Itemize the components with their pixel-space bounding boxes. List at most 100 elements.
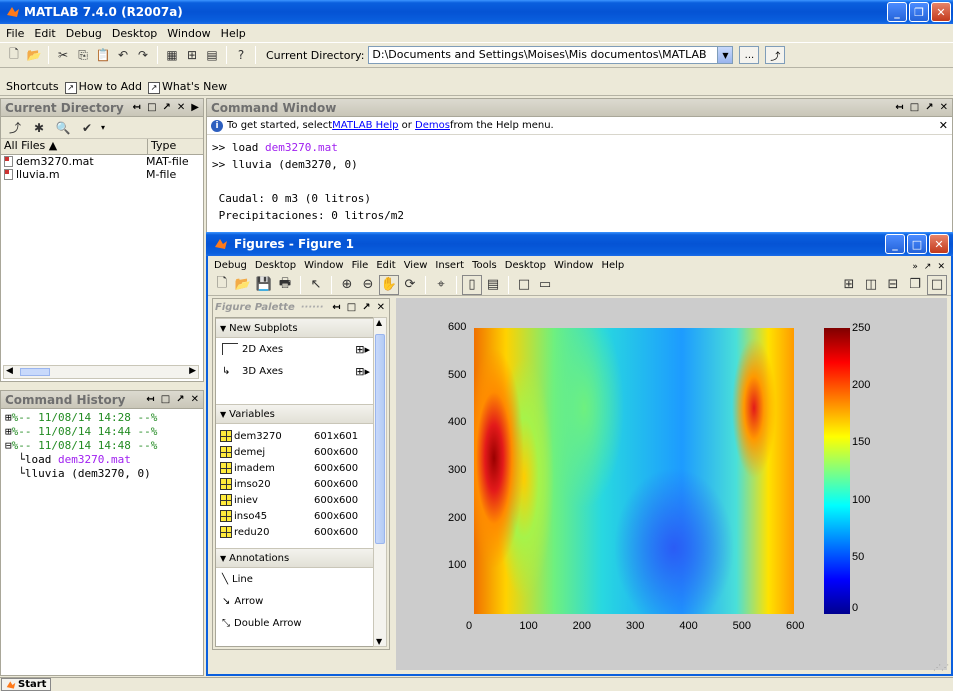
maximize-panel-icon[interactable]: □ bbox=[910, 102, 919, 113]
hide-tools-icon[interactable]: □ bbox=[514, 275, 534, 295]
variable-item[interactable]: dem3270 601x601 bbox=[216, 428, 374, 444]
history-session[interactable]: ⊟%-- 11/08/14 14:48 --% bbox=[5, 439, 199, 453]
column-all-files[interactable]: All Files ▲ bbox=[1, 139, 147, 154]
data-cursor-icon[interactable]: ⌖ bbox=[431, 275, 451, 295]
browse-folder-button[interactable]: ... bbox=[739, 46, 760, 64]
scroll-up-icon[interactable]: ▲ bbox=[376, 318, 382, 327]
grid-layout-icon[interactable]: ⊞▸ bbox=[355, 343, 370, 356]
menu-item-desktop[interactable]: Desktop bbox=[112, 27, 157, 40]
history-command[interactable]: └lluvia (dem3270, 0) bbox=[5, 467, 199, 481]
zoom-in-icon[interactable]: ⊕ bbox=[337, 275, 357, 295]
find-files-icon[interactable]: 🔍 bbox=[53, 118, 73, 138]
horizontal-scrollbar[interactable]: ◀ ▶ bbox=[3, 365, 199, 379]
close-panel-icon[interactable]: ✕ bbox=[191, 394, 199, 405]
minimize-button[interactable]: _ bbox=[885, 234, 905, 254]
simulink-icon[interactable]: ▦ bbox=[162, 45, 182, 65]
file-row[interactable]: lluvia.m M-file bbox=[1, 168, 203, 181]
zoom-out-icon[interactable]: ⊖ bbox=[358, 275, 378, 295]
maximize-button[interactable]: □ bbox=[907, 234, 927, 254]
grid-layout-icon[interactable]: ⊞▸ bbox=[355, 365, 370, 378]
close-button[interactable]: ✕ bbox=[929, 234, 949, 254]
maximize-panel-icon[interactable]: □ bbox=[147, 102, 156, 113]
plot-area[interactable]: 0 100 200 300 400 500 600 100 200 300 400 500 600 250… bbox=[396, 298, 947, 670]
command-line[interactable]: >> lluvia (dem3270, 0) bbox=[207, 156, 952, 173]
history-command[interactable]: └load dem3270.mat bbox=[5, 453, 199, 467]
figure-menu-item-debug[interactable]: Debug bbox=[214, 260, 247, 271]
undock-icon[interactable]: ↤ bbox=[895, 102, 903, 113]
save-icon[interactable]: 💾 bbox=[254, 275, 274, 295]
figure-menu-item-window[interactable]: Window bbox=[554, 260, 593, 271]
help-icon[interactable]: ? bbox=[231, 45, 251, 65]
variable-item[interactable]: redu20 600x600 bbox=[216, 524, 374, 540]
scroll-left-icon[interactable]: ◀ bbox=[6, 366, 13, 376]
dock-arrow-icon[interactable]: ↗ bbox=[163, 102, 171, 113]
annotation-item[interactable]: ↘ Arrow bbox=[216, 590, 374, 612]
dock-arrow-icon[interactable]: ↗ bbox=[362, 302, 370, 313]
scroll-down-icon[interactable]: ▼ bbox=[376, 637, 382, 646]
float-icon[interactable]: ❐ bbox=[905, 275, 925, 295]
annotation-item[interactable]: ╲ Line bbox=[216, 568, 374, 590]
menu-item-debug[interactable]: Debug bbox=[66, 27, 102, 40]
scroll-thumb[interactable] bbox=[20, 368, 50, 376]
pan-hand-icon[interactable]: ✋ bbox=[379, 274, 399, 295]
undock-icon[interactable]: ↤ bbox=[133, 102, 141, 113]
maximize-figure-icon[interactable]: □ bbox=[927, 274, 947, 295]
figure-menu-item-window[interactable]: Window bbox=[304, 260, 343, 271]
figure-menu-item-help[interactable]: Help bbox=[601, 260, 624, 271]
variables-section[interactable]: ▼ Variables bbox=[216, 404, 374, 424]
maximize-panel-icon[interactable]: □ bbox=[161, 394, 170, 405]
up-folder-icon[interactable]: ⤴ bbox=[765, 46, 786, 64]
variable-item[interactable]: demej 600x600 bbox=[216, 444, 374, 460]
undock-icon[interactable]: ↤ bbox=[332, 302, 340, 313]
menu-item-file[interactable]: File bbox=[6, 27, 24, 40]
scroll-right-icon[interactable]: ▶ bbox=[189, 366, 196, 376]
menu-item-help[interactable]: Help bbox=[221, 27, 246, 40]
history-session[interactable]: ⊞%-- 11/08/14 14:44 --% bbox=[5, 425, 199, 439]
variable-item[interactable]: imadem 600x600 bbox=[216, 460, 374, 476]
expand-toggle-icon[interactable]: ⊟ bbox=[5, 439, 12, 452]
figure-menu-item-file[interactable]: File bbox=[352, 260, 369, 271]
colorbar[interactable] bbox=[824, 328, 850, 614]
figure-menu-item-view[interactable]: View bbox=[404, 260, 428, 271]
cut-icon[interactable]: ✂ bbox=[53, 45, 73, 65]
open-folder-icon[interactable]: 📂 bbox=[24, 45, 44, 65]
print-icon[interactable]: 🖶 bbox=[275, 275, 295, 295]
menu-item-window[interactable]: Window bbox=[167, 27, 210, 40]
expand-toggle-icon[interactable]: ⊞ bbox=[5, 411, 12, 424]
tile-rows-icon[interactable]: ⊟ bbox=[883, 275, 903, 295]
column-type[interactable]: Type bbox=[147, 139, 176, 154]
whats-new-link[interactable]: ↗ What's New bbox=[147, 80, 227, 94]
2d-axes-item[interactable]: 2D Axes ⊞▸ bbox=[216, 338, 374, 360]
undock-icon[interactable]: ↤ bbox=[146, 394, 154, 405]
palette-vertical-scrollbar[interactable]: ▲ ▼ bbox=[373, 317, 387, 647]
figure-menu-item-insert[interactable]: Insert bbox=[435, 260, 464, 271]
minimize-button[interactable]: _ bbox=[887, 2, 907, 22]
variable-item[interactable]: inso45 600x600 bbox=[216, 508, 374, 524]
chevron-down-icon[interactable]: ▾ bbox=[101, 123, 105, 132]
current-directory-input[interactable]: D:\Documents and Settings\Moises\Mis doc… bbox=[368, 46, 719, 64]
demos-link[interactable]: Demos bbox=[415, 120, 450, 131]
variable-item[interactable]: iniev 600x600 bbox=[216, 492, 374, 508]
maximize-button[interactable]: ❐ bbox=[909, 2, 929, 22]
expand-toggle-icon[interactable]: ⊞ bbox=[5, 425, 12, 438]
scroll-thumb[interactable] bbox=[375, 334, 385, 544]
colorbar-icon[interactable]: ▯ bbox=[462, 274, 482, 295]
command-output[interactable]: >> load dem3270.mat >> lluvia (dem3270, 0… bbox=[207, 135, 952, 224]
resize-grip-icon[interactable]: ⋰⋰ bbox=[933, 663, 949, 672]
dock-arrow-icon[interactable]: ↗ bbox=[176, 394, 184, 405]
close-icon[interactable]: ✕ bbox=[939, 119, 948, 132]
guide-icon[interactable]: ⊞ bbox=[182, 45, 202, 65]
new-subplots-section[interactable]: ▼ New Subplots bbox=[216, 318, 374, 338]
maximize-panel-icon[interactable]: □ bbox=[347, 302, 356, 313]
figure-menu-item-desktop[interactable]: Desktop bbox=[255, 260, 296, 271]
matlab-help-link[interactable]: MATLAB Help bbox=[332, 120, 398, 131]
dock-arrow-icon[interactable]: ↗ bbox=[925, 102, 933, 113]
close-icon[interactable]: ✕ bbox=[937, 262, 945, 272]
close-panel-icon[interactable]: ✕ bbox=[940, 102, 948, 113]
new-folder-icon[interactable]: ✱ bbox=[29, 118, 49, 138]
undo-icon[interactable]: ↶ bbox=[113, 45, 133, 65]
chevron-down-icon[interactable]: ▼ bbox=[717, 46, 734, 64]
figure-menu-item-tools[interactable]: Tools bbox=[472, 260, 497, 271]
close-panel-icon[interactable]: ✕ bbox=[177, 102, 185, 113]
figure-menu-item-desktop[interactable]: Desktop bbox=[505, 260, 546, 271]
